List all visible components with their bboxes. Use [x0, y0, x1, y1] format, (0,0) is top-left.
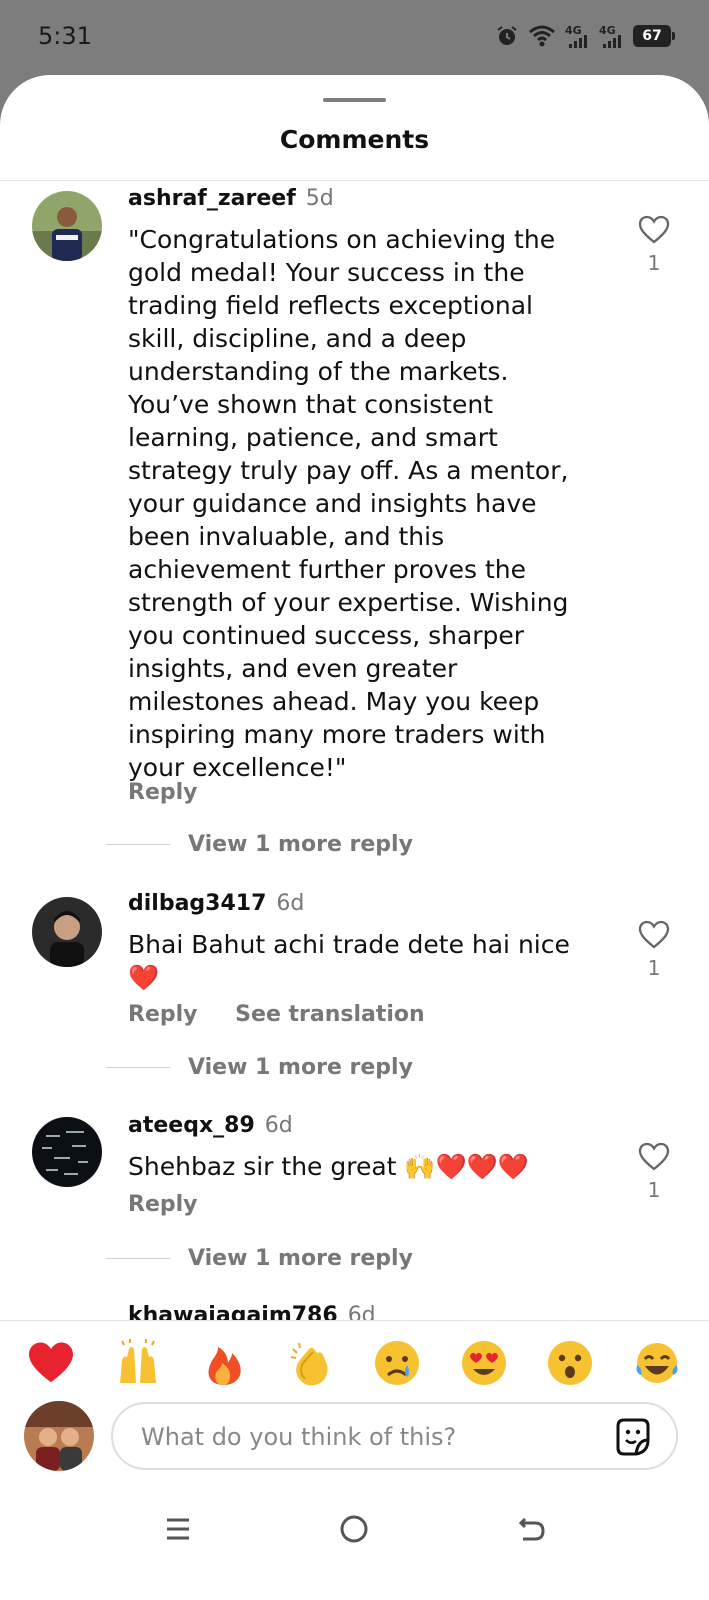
like-area: 1 [636, 215, 672, 275]
back-arrow-icon [518, 1517, 545, 1541]
divider [106, 844, 170, 845]
comment-username[interactable]: ashraf_zareef [128, 186, 296, 211]
avatar[interactable] [32, 897, 102, 967]
heart-outline-icon[interactable] [638, 215, 670, 245]
comment-text: Bhai Bahut achi trade dete hai nice ❤️ [128, 930, 570, 992]
home-circle-icon [340, 1515, 368, 1543]
user-avatar[interactable] [24, 1401, 94, 1471]
battery-icon: 67 [633, 25, 675, 47]
reply-button[interactable]: Reply [128, 1002, 198, 1027]
tears-of-joy-face-icon [636, 1343, 678, 1383]
comment-time: 6d [276, 891, 305, 916]
view-more-replies-label: View 1 more reply [188, 832, 413, 857]
comment-header: ateeqx_89 6d [128, 1113, 293, 1138]
comment-input[interactable] [139, 1418, 583, 1456]
view-more-replies-label: View 1 more reply [188, 1246, 413, 1271]
cell-signal-icon-2: 4G [599, 24, 623, 48]
sticker-icon[interactable] [612, 1416, 654, 1458]
heart-emoji-button[interactable] [24, 1336, 78, 1390]
heart-outline-icon[interactable] [638, 920, 670, 950]
menu-lines-icon [167, 1518, 189, 1540]
like-count: 1 [647, 1178, 661, 1202]
drag-handle[interactable] [323, 98, 386, 102]
crying-face-icon [375, 1341, 420, 1385]
system-nav-bar [0, 1503, 709, 1553]
sheet-title: Comments [279, 125, 430, 154]
quick-reactions [24, 1336, 684, 1390]
like-area: 1 [636, 920, 672, 980]
laughing-face-emoji-button[interactable] [630, 1336, 684, 1390]
raised-hands-icon [119, 1339, 156, 1383]
avatar[interactable] [32, 1117, 102, 1187]
recent-apps-button[interactable] [158, 1511, 198, 1547]
see-translation-button[interactable]: See translation [235, 1002, 425, 1027]
comment-text: Shehbaz sir the great 🙌❤️❤️❤️ [128, 1152, 529, 1181]
heart-outline-icon[interactable] [638, 1142, 670, 1172]
alarm-icon [497, 26, 517, 45]
status-bar: 5:31 4G 4G 67 [0, 0, 709, 75]
status-icons: 4G 4G 67 [495, 24, 675, 48]
clapping-hands-emoji-button[interactable] [284, 1336, 338, 1390]
fire-emoji-button[interactable] [197, 1336, 251, 1390]
like-count: 1 [647, 956, 661, 980]
comment-actions: Reply [128, 1192, 228, 1217]
home-button[interactable] [334, 1511, 374, 1547]
crying-face-emoji-button[interactable] [370, 1336, 424, 1390]
heart-icon [29, 1342, 73, 1383]
heart-eyes-emoji-button[interactable] [457, 1336, 511, 1390]
view-more-replies[interactable]: View 1 more reply [106, 832, 413, 857]
back-button[interactable] [512, 1511, 552, 1547]
wifi-icon [529, 25, 555, 47]
surprised-face-icon [548, 1341, 593, 1385]
comment-input-container [111, 1402, 678, 1470]
like-area: 1 [636, 1142, 672, 1202]
comment-text: "Congratulations on achieving the gold m… [128, 225, 569, 782]
comment-username[interactable]: dilbag3417 [128, 891, 266, 916]
divider [106, 1067, 170, 1068]
like-count: 1 [647, 251, 661, 275]
comments-sheet: Comments ashraf_zareef 5d "Congratulation… [0, 75, 709, 1600]
cell-signal-icon: 4G [565, 24, 589, 48]
view-more-replies[interactable]: View 1 more reply [106, 1055, 413, 1080]
surprised-face-emoji-button[interactable] [543, 1336, 597, 1390]
comment-actions: Reply See translation [128, 1002, 455, 1027]
heart-eyes-face-icon [461, 1341, 506, 1385]
reply-button[interactable]: Reply [128, 780, 198, 805]
avatar[interactable] [32, 191, 102, 261]
raised-hands-emoji-button[interactable] [111, 1336, 165, 1390]
comment-time: 5d [305, 186, 334, 211]
comment-time: 6d [264, 1113, 293, 1138]
divider [106, 1258, 170, 1259]
clapping-hands-icon [290, 1342, 328, 1386]
comment-header: ashraf_zareef 5d [128, 186, 334, 211]
comment-actions: Reply [128, 780, 228, 805]
comment-header: dilbag3417 6d [128, 891, 304, 916]
status-time: 5:31 [38, 22, 92, 50]
divider [0, 180, 709, 181]
comment-username[interactable]: ateeqx_89 [128, 1113, 255, 1138]
fire-icon [208, 1347, 241, 1385]
reply-button[interactable]: Reply [128, 1192, 198, 1217]
view-more-replies[interactable]: View 1 more reply [106, 1246, 413, 1271]
view-more-replies-label: View 1 more reply [188, 1055, 413, 1080]
